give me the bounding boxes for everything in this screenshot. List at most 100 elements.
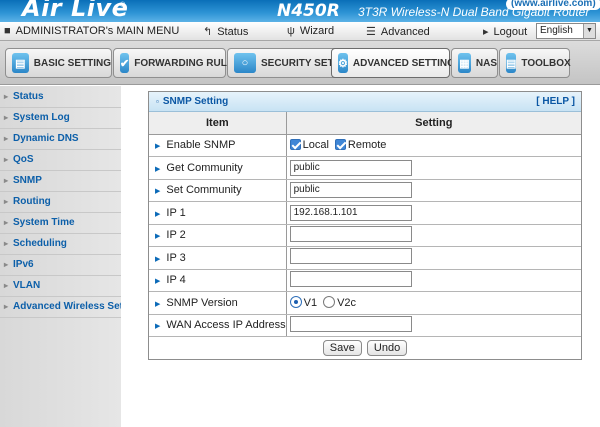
- sidebar-item-routing[interactable]: ▸ Routing: [0, 192, 121, 213]
- snmp-version-label: SNMP Version: [166, 296, 238, 309]
- set-community-input[interactable]: public: [289, 182, 412, 199]
- ip2-input[interactable]: [289, 225, 412, 242]
- get-community-input[interactable]: public: [289, 159, 412, 176]
- header-banner: Air Live ® N450R 3T3R Wireless-N Dual Ba…: [0, 0, 600, 22]
- sidebar-item-system-log[interactable]: ▸ System Log: [0, 108, 121, 129]
- remote-label: Remote: [347, 139, 387, 152]
- v1-label: V1: [303, 297, 318, 310]
- title-bullet-icon: ▫: [156, 97, 159, 106]
- nav-advanced-label: Advanced: [380, 26, 430, 38]
- sidebar-bullet-icon: ▸: [4, 176, 9, 185]
- row-arrow-icon: ▶: [155, 300, 161, 308]
- ip4-input[interactable]: [289, 270, 412, 287]
- sidebar-bullet-icon: ▸: [4, 281, 9, 290]
- tab-toolbox[interactable]: ▤ TOOLBOX: [499, 48, 571, 78]
- sidebar-item-advanced-wireless[interactable]: ▸ Advanced Wireless Settings: [0, 297, 147, 318]
- sidebar-item-system-time[interactable]: ▸ System Time: [0, 213, 121, 234]
- sidebar-item-label: Routing: [13, 196, 51, 207]
- table-row: ▶ IP 3: [149, 246, 581, 270]
- nav-status-label: Status: [217, 26, 249, 38]
- wan-access-label: WAN Access IP Address: [166, 319, 286, 332]
- language-value: English: [540, 25, 573, 36]
- tab-advanced-setting[interactable]: ⚙ ADVANCED SETTING: [331, 48, 455, 78]
- row-label: ▶ Get Community: [149, 156, 287, 180]
- document-icon: ▤: [12, 53, 29, 73]
- row-arrow-icon: ▶: [155, 323, 161, 331]
- sidebar-item-scheduling[interactable]: ▸ Scheduling: [0, 234, 121, 255]
- row-value: public: [286, 179, 581, 202]
- sidebar-item-ipv6[interactable]: ▸ IPv6: [0, 255, 121, 276]
- row-arrow-icon: ▶: [155, 210, 161, 218]
- row-arrow-icon: ▶: [155, 143, 161, 151]
- v1-radio[interactable]: [289, 296, 302, 309]
- sidebar-item-dynamic-dns[interactable]: ▸ Dynamic DNS: [0, 129, 121, 150]
- sidebar-item-status[interactable]: ▸ Status: [0, 87, 121, 108]
- link-icon: ✔: [120, 53, 130, 73]
- status-icon: ↰: [203, 26, 213, 38]
- help-link[interactable]: [ HELP ]: [536, 96, 575, 107]
- snmp-settings-table: Item Setting ▶ Enable SNMP Local Remote ▶ G…: [149, 112, 581, 359]
- tab-forwarding-label: FORWARDING RULES: [134, 57, 241, 69]
- sidebar-item-snmp[interactable]: ▸ SNMP: [0, 171, 121, 192]
- sidebar-bullet-icon: ▸: [4, 134, 9, 143]
- registered-mark: ®: [120, 2, 126, 9]
- tab-forwarding-rules[interactable]: ✔ FORWARDING RULES: [113, 48, 240, 78]
- remote-checkbox[interactable]: [334, 139, 346, 151]
- panel-header: ▫ SNMP Setting [ HELP ]: [149, 92, 581, 112]
- tab-nas-label: NAS: [475, 57, 497, 69]
- admin-menu-label: ADMINISTRATOR's MAIN MENU: [15, 25, 180, 37]
- table-row: ▶ IP 1 192.168.1.101: [149, 201, 581, 225]
- ip2-label: IP 2: [166, 229, 186, 242]
- sidebar-bullet-icon: ▸: [4, 218, 9, 227]
- bullet-icon: ■: [4, 25, 11, 37]
- panel-title: ▫ SNMP Setting: [156, 96, 228, 107]
- panel-title-text: SNMP Setting: [162, 96, 229, 107]
- wan-access-input[interactable]: [289, 315, 412, 332]
- column-header-item: Item: [149, 112, 287, 135]
- tab-basic-setting[interactable]: ▤ BASIC SETTING: [5, 48, 112, 78]
- settings-tab-bar: ▤ BASIC SETTING ✔ FORWARDING RULES ○ SEC…: [0, 41, 600, 85]
- table-row: ▶ Enable SNMP Local Remote: [149, 134, 581, 157]
- row-value: [286, 224, 581, 247]
- undo-button[interactable]: Undo: [366, 339, 408, 356]
- row-label: ▶ SNMP Version: [149, 291, 287, 315]
- top-navigation: ■ ADMINISTRATOR's MAIN MENU ↰ Status ψ Wiza…: [0, 22, 600, 41]
- table-row: ▶ WAN Access IP Address: [149, 314, 581, 337]
- shield-icon: ○: [234, 53, 256, 73]
- save-button[interactable]: Save: [322, 339, 362, 356]
- sidebar-item-label: SNMP: [13, 175, 42, 186]
- sidebar-item-qos[interactable]: ▸ QoS: [0, 150, 121, 171]
- nav-advanced[interactable]: ☰ Advanced: [366, 25, 430, 38]
- nav-logout[interactable]: ▸ Logout: [483, 25, 527, 38]
- sidebar-bullet-icon: ▸: [4, 197, 9, 206]
- row-value: 192.168.1.101: [286, 201, 581, 225]
- table-row: ▶ IP 2: [149, 224, 581, 247]
- sidebar-item-label: IPv6: [13, 259, 34, 270]
- language-select[interactable]: English ▼: [536, 23, 596, 39]
- row-arrow-icon: ▶: [155, 188, 161, 196]
- ip1-input[interactable]: 192.168.1.101: [289, 204, 412, 221]
- sidebar-item-vlan[interactable]: ▸ VLAN: [0, 276, 121, 297]
- admin-main-menu[interactable]: ■ ADMINISTRATOR's MAIN MENU: [4, 25, 179, 37]
- website-link[interactable]: (www.airlive.com): [506, 0, 600, 10]
- sidebar-bullet-icon: ▸: [4, 239, 9, 248]
- ip3-input[interactable]: [289, 248, 412, 265]
- row-value: public: [286, 156, 581, 180]
- local-checkbox[interactable]: [289, 139, 301, 151]
- sidebar-item-label: System Log: [13, 112, 70, 123]
- sidebar: ▸ Status ▸ System Log ▸ Dynamic DNS ▸ QoS ▸ S…: [0, 86, 147, 427]
- table-row: ▶ Get Community public: [149, 156, 581, 180]
- nas-icon: ▦: [458, 53, 471, 73]
- airlive-logo: Air Live: [22, 0, 129, 22]
- tab-nas[interactable]: ▦ NAS: [451, 48, 498, 78]
- v2c-radio[interactable]: [323, 296, 336, 309]
- sidebar-item-label: Dynamic DNS: [13, 133, 79, 144]
- model-name: N450R: [277, 1, 340, 21]
- toolbox-icon: ▤: [506, 53, 517, 73]
- row-label: ▶ Enable SNMP: [149, 134, 287, 157]
- nav-status[interactable]: ↰ Status: [203, 25, 248, 38]
- nav-wizard-label: Wizard: [299, 25, 335, 37]
- ip1-label: IP 1: [166, 206, 186, 219]
- row-label: ▶ IP 2: [149, 224, 287, 247]
- nav-wizard[interactable]: ψ Wizard: [287, 25, 334, 37]
